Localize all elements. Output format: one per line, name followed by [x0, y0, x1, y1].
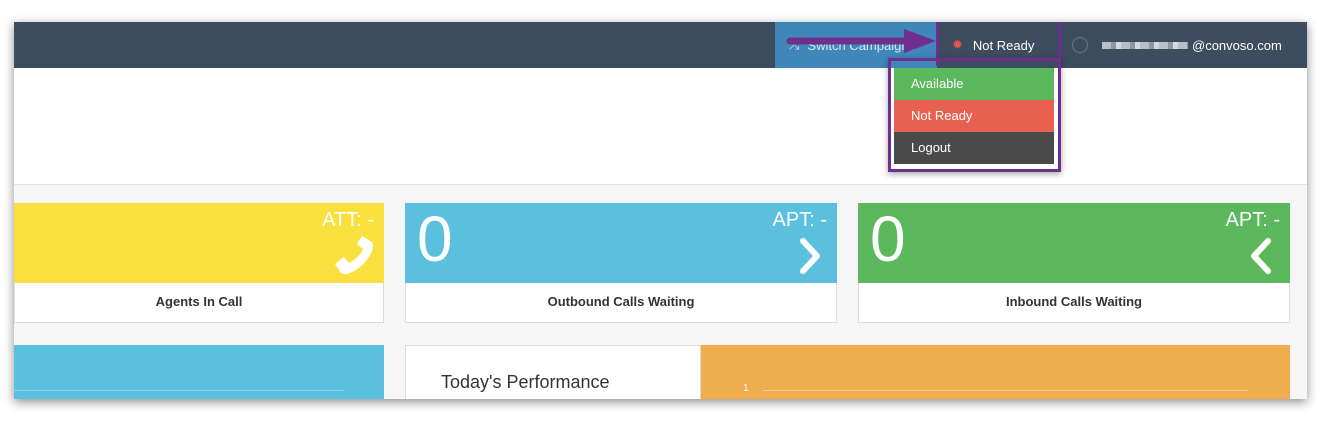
stat-card-outbound-calls-waiting: 0 APT: - Outbound Calls Waiting [405, 203, 837, 323]
phone-icon [335, 236, 373, 274]
bottom-left-panel [14, 345, 384, 399]
stat-code: ATT: - [322, 209, 374, 231]
redacted-username [1102, 41, 1188, 49]
chevron-right-icon [800, 238, 820, 274]
stat-value: 0 [870, 203, 906, 275]
stat-card-header: 0 APT: - [405, 203, 837, 283]
top-navbar: ⤮ Switch Campaigns ✹ Not Ready @convoso.… [14, 22, 1307, 68]
user-menu[interactable]: @convoso.com [1072, 22, 1282, 68]
chart-tick-label: 1 [743, 383, 749, 394]
highlight-box-menu [888, 58, 1061, 172]
stat-code: APT: - [1225, 209, 1280, 231]
header-band [14, 68, 1307, 185]
app-window: ⤮ Switch Campaigns ✹ Not Ready @convoso.… [14, 22, 1307, 399]
performance-title: Today's Performance [441, 372, 610, 392]
stat-card-inbound-calls-waiting: 0 APT: - Inbound Calls Waiting [858, 203, 1290, 323]
chart-gridline [14, 390, 344, 391]
stat-label: Inbound Calls Waiting [1005, 294, 1142, 309]
stat-card-header: 0 APT: - [858, 203, 1290, 283]
status-circle-icon [1072, 37, 1088, 53]
stat-card-agents-in-call: ATT: - Agents In Call [14, 203, 384, 323]
stat-card-header: ATT: - [14, 203, 384, 283]
stat-value: 0 [417, 203, 453, 275]
chart-gridline [763, 390, 1248, 391]
annotation-arrow-icon [786, 29, 936, 53]
stat-label: Agents In Call [155, 294, 243, 309]
performance-chart-panel: 1 [701, 345, 1290, 399]
performance-card: Today's Performance [405, 345, 701, 399]
chevron-left-icon [1251, 238, 1271, 274]
stat-code: APT: - [772, 209, 827, 231]
stat-label: Outbound Calls Waiting [547, 294, 695, 309]
user-email: @convoso.com [1192, 37, 1282, 53]
